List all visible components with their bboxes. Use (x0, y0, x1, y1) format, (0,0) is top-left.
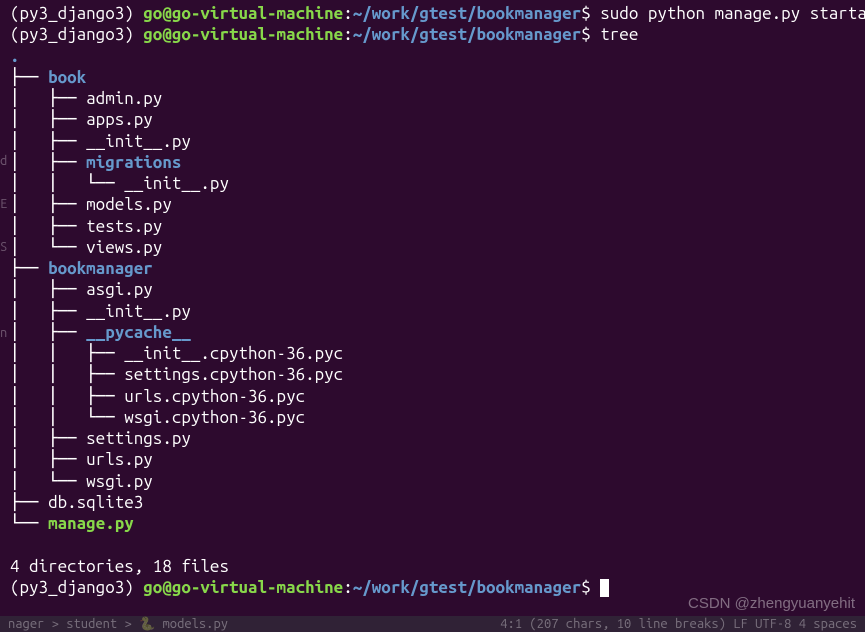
file-manage-py: manage.py (48, 514, 134, 533)
blank-line (10, 534, 855, 555)
tree-row: │ │ ├── urls.cpython-36.pyc (10, 386, 855, 407)
tree-row: │ ├── tests.py (10, 216, 855, 237)
tree-row: │ └── views.py (10, 237, 855, 258)
prompt-line-1: (py3_django3) go@go-virtual-machine:~/wo… (10, 3, 855, 24)
venv-label: (py3_django3) (10, 4, 143, 23)
terminal-cursor (600, 579, 609, 597)
status-right: 4:1 (207 chars, 10 line breaks) LF UTF-8… (500, 616, 857, 632)
tree-row: ├── book (10, 67, 855, 88)
tree-row: │ ├── asgi.py (10, 279, 855, 300)
tree-row: │ ├── migrations (10, 152, 855, 173)
tree-root: . (10, 46, 855, 67)
prompt-line-2: (py3_django3) go@go-virtual-machine:~/wo… (10, 24, 855, 45)
watermark-text: CSDN @zhengyuanyehit (688, 595, 855, 614)
user-host: go@go-virtual-machine (143, 578, 343, 597)
editor-gutter: dES n (0, 140, 7, 354)
dir-book: book (48, 68, 86, 87)
tree-row: │ ├── apps.py (10, 109, 855, 130)
dir-pycache: __pycache__ (86, 323, 191, 342)
tree-row: │ ├── admin.py (10, 88, 855, 109)
tree-row: │ │ └── __init__.py (10, 173, 855, 194)
dir-bookmanager: bookmanager (48, 259, 153, 278)
dir-migrations: migrations (86, 153, 181, 172)
tree-row: │ ├── urls.py (10, 449, 855, 470)
tree-row: │ ├── settings.py (10, 428, 855, 449)
command-text: sudo python manage.py startapp book (600, 4, 865, 23)
venv-label: (py3_django3) (10, 578, 143, 597)
tree-row: │ ├── __pycache__ (10, 322, 855, 343)
tree-row: ├── bookmanager (10, 258, 855, 279)
tree-row: │ └── wsgi.py (10, 471, 855, 492)
editor-status-bar: nager > student > 🐍 models.py 4:1 (207 c… (0, 616, 865, 632)
command-text: tree (600, 25, 638, 44)
tree-row: │ ├── __init__.py (10, 301, 855, 322)
cwd-path: ~/work/gtest/bookmanager (353, 4, 581, 23)
user-host: go@go-virtual-machine (143, 4, 343, 23)
cwd-path: ~/work/gtest/bookmanager (353, 25, 581, 44)
tree-row: └── manage.py (10, 513, 855, 534)
tree-row: │ ├── __init__.py (10, 131, 855, 152)
tree-row: │ │ ├── settings.cpython-36.pyc (10, 364, 855, 385)
user-host: go@go-virtual-machine (143, 25, 343, 44)
tree-row: │ ├── models.py (10, 194, 855, 215)
tree-row: ├── db.sqlite3 (10, 492, 855, 513)
status-left: nager > student > 🐍 models.py (8, 616, 228, 632)
venv-label: (py3_django3) (10, 25, 143, 44)
tree-summary: 4 directories, 18 files (10, 556, 855, 577)
tree-row: │ │ ├── __init__.cpython-36.pyc (10, 343, 855, 364)
tree-row: │ │ └── wsgi.cpython-36.pyc (10, 407, 855, 428)
cwd-path: ~/work/gtest/bookmanager (353, 578, 581, 597)
